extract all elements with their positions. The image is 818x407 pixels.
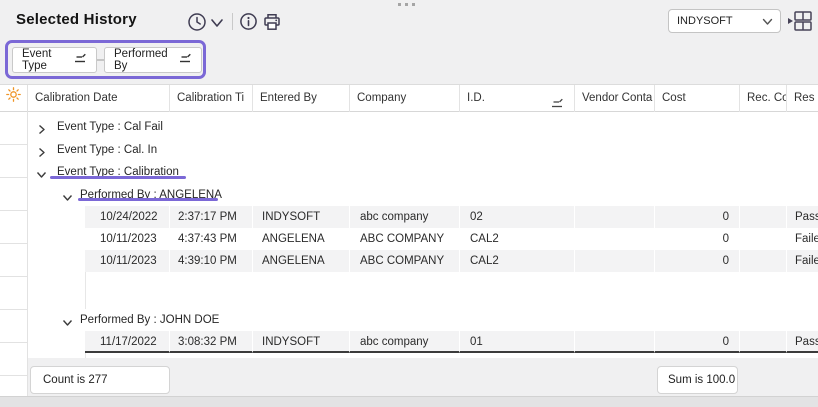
group-row-label: Performed By : JOHN DOE — [80, 309, 219, 331]
group-row-calibration[interactable]: Event Type : Calibration — [28, 161, 818, 183]
dropdown-value: INDYSOFT — [677, 15, 733, 27]
cell-calibration-time[interactable]: 4:39:10 PM — [170, 250, 253, 272]
cell-cost[interactable]: 0 — [655, 331, 740, 353]
column-header-entered-by[interactable]: Entered By — [253, 85, 350, 112]
cell-company[interactable]: abc company — [350, 331, 460, 353]
group-row-label: Event Type : Cal Fail — [57, 116, 163, 138]
page-title: Selected History — [16, 11, 137, 28]
column-header-cost[interactable]: Cost — [655, 85, 740, 112]
table-row[interactable]: 11/17/2022 3:08:32 PM INDYSOFT abc compa… — [0, 331, 818, 353]
cell-cost[interactable]: 0 — [655, 250, 740, 272]
cell-id[interactable]: CAL2 — [460, 250, 575, 272]
cell-company[interactable]: abc company — [350, 206, 460, 228]
sort-ascending-icon — [550, 93, 564, 112]
sum-summary: Sum is 100.0 — [657, 366, 738, 394]
cell-result[interactable]: Failed — [787, 228, 818, 250]
group-row-angelena[interactable]: Performed By : ANGELENA — [28, 184, 818, 206]
cell-calibration-date[interactable]: 11/17/2022 — [85, 331, 170, 353]
cell-calibration-time[interactable]: 3:08:32 PM — [170, 331, 253, 353]
cell-cost[interactable]: 0 — [655, 206, 740, 228]
row-indicator-cell[interactable] — [0, 277, 28, 310]
cell-calibration-time[interactable]: 2:37:17 PM — [170, 206, 253, 228]
column-header-label: I.D. — [467, 92, 485, 104]
cell-vendor-contact[interactable] — [575, 250, 655, 272]
group-chip-label: Event Type — [22, 48, 66, 72]
cell-company[interactable]: ABC COMPANY — [350, 250, 460, 272]
selected-history-panel: Selected History INDYSOFT Event Type — [0, 0, 818, 407]
user-filter-dropdown[interactable]: INDYSOFT — [668, 9, 781, 33]
group-row-label: Performed By : ANGELENA — [80, 184, 222, 206]
cell-result[interactable]: Passed — [787, 206, 818, 228]
row-indicator-cell[interactable] — [0, 145, 28, 178]
cell-rec-cost[interactable] — [740, 206, 787, 228]
annotation-underline-calibration — [50, 176, 186, 179]
column-header-calibration-time[interactable]: Calibration Ti — [170, 85, 253, 112]
grid-header-row: Calibration Date Calibration Ti Entered … — [0, 84, 818, 112]
column-header-calibration-date[interactable]: Calibration Date — [28, 85, 170, 112]
column-header-rec-cost[interactable]: Rec. Co — [740, 85, 787, 112]
column-header-vendor-contact[interactable]: Vendor Conta — [575, 85, 655, 112]
go-to-grid-button[interactable] — [787, 10, 813, 32]
chevron-down-icon — [209, 16, 225, 33]
column-header-company[interactable]: Company — [350, 85, 460, 112]
cell-vendor-contact[interactable] — [575, 331, 655, 353]
printer-icon — [262, 19, 282, 36]
column-header-id[interactable]: I.D. — [460, 85, 575, 112]
clock-icon — [187, 19, 207, 36]
table-row[interactable]: 10/11/2023 4:39:10 PM ANGELENA ABC COMPA… — [0, 250, 818, 272]
cell-calibration-date[interactable]: 10/11/2023 — [85, 228, 170, 250]
cell-calibration-time[interactable]: 4:37:43 PM — [170, 228, 253, 250]
cell-company[interactable]: ABC COMPANY — [350, 228, 460, 250]
count-summary: Count is 277 — [30, 366, 170, 394]
column-header-result[interactable]: Res — [787, 85, 818, 112]
bottom-scrollbar-track[interactable] — [0, 396, 818, 407]
group-row-cal-fail[interactable]: Event Type : Cal Fail — [28, 116, 818, 138]
cell-entered-by[interactable]: INDYSOFT — [253, 331, 350, 353]
panel-drag-handle[interactable] — [398, 3, 415, 6]
cell-id[interactable]: 01 — [460, 331, 575, 353]
info-icon — [239, 18, 258, 35]
cell-rec-cost[interactable] — [740, 331, 787, 353]
row-indicator-cell[interactable] — [0, 112, 28, 145]
cell-rec-cost[interactable] — [740, 250, 787, 272]
customize-columns-button[interactable] — [0, 85, 28, 112]
annotation-underline-angelena — [78, 198, 218, 201]
info-button[interactable] — [239, 12, 259, 32]
group-chip-event-type[interactable]: Event Type — [12, 47, 97, 73]
group-row-john-doe[interactable]: Performed By : JOHN DOE — [28, 309, 818, 331]
chevron-down-icon — [762, 18, 773, 26]
cell-entered-by[interactable]: ANGELENA — [253, 228, 350, 250]
cell-id[interactable]: 02 — [460, 206, 575, 228]
cell-result[interactable]: Passed — [787, 331, 818, 353]
cell-cost[interactable]: 0 — [655, 228, 740, 250]
cell-entered-by[interactable]: ANGELENA — [253, 250, 350, 272]
sun-icon — [6, 86, 21, 112]
cell-vendor-contact[interactable] — [575, 228, 655, 250]
cell-vendor-contact[interactable] — [575, 206, 655, 228]
cell-entered-by[interactable]: INDYSOFT — [253, 206, 350, 228]
group-chip-performed-by[interactable]: Performed By — [104, 47, 202, 73]
grid-view-icon — [787, 19, 813, 36]
toolbar-divider — [232, 13, 233, 30]
cell-id[interactable]: CAL2 — [460, 228, 575, 250]
cell-result[interactable]: Failed — [787, 250, 818, 272]
print-button[interactable] — [262, 12, 282, 32]
group-chip-label: Performed By — [114, 48, 171, 72]
group-row-label: Event Type : Cal. In — [57, 139, 157, 161]
group-row-label: Event Type : Calibration — [57, 161, 179, 183]
sort-ascending-icon — [178, 53, 192, 67]
sort-ascending-icon — [73, 53, 87, 67]
table-row[interactable]: 10/11/2023 4:37:43 PM ANGELENA ABC COMPA… — [0, 228, 818, 250]
cell-rec-cost[interactable] — [740, 228, 787, 250]
sum-summary-label: Sum is 100.0 — [668, 374, 735, 386]
table-row[interactable]: 10/24/2022 2:37:17 PM INDYSOFT abc compa… — [0, 206, 818, 228]
cell-calibration-date[interactable]: 10/24/2022 — [85, 206, 170, 228]
history-clock-button[interactable] — [187, 12, 207, 32]
group-row-cal-in[interactable]: Event Type : Cal. In — [28, 139, 818, 161]
chip-connector — [97, 59, 104, 61]
cell-calibration-date[interactable]: 10/11/2023 — [85, 250, 170, 272]
count-summary-label: Count is 277 — [43, 374, 108, 386]
history-dropdown-button[interactable] — [209, 16, 229, 36]
